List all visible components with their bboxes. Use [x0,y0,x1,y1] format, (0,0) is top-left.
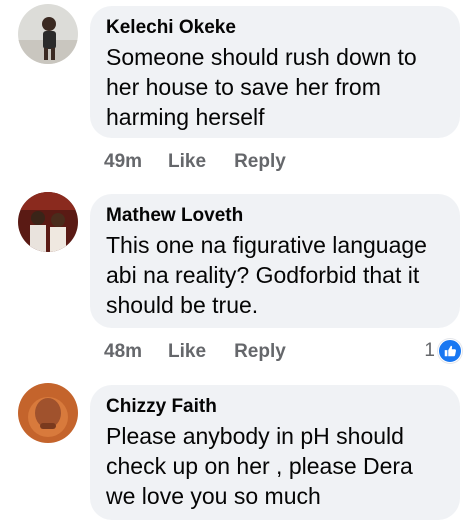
thumbs-up-icon [438,339,462,363]
comment-text: This one na figurative language abi na r… [106,232,427,318]
reply-button[interactable]: Reply [234,151,286,173]
avatar[interactable] [18,192,78,252]
comment-actions: 49m Like Reply [104,150,286,174]
comment-timestamp[interactable]: 48m [104,341,142,363]
comment-timestamp[interactable]: 49m [104,151,142,173]
like-button[interactable]: Like [168,151,206,173]
reply-button[interactable]: Reply [234,341,286,363]
comment-author[interactable]: Kelechi Okeke [106,16,444,40]
reaction-summary[interactable]: 1 [424,339,462,363]
comment-author[interactable]: Mathew Loveth [106,204,444,228]
comment-text: Someone should rush down to her house to… [106,44,417,130]
comment-actions: 48m Like Reply [104,340,286,364]
comment-author[interactable]: Chizzy Faith [106,395,444,419]
comment-text: Please anybody in pH should check up on … [106,423,413,509]
comment-bubble: Mathew Loveth This one na figurative lan… [90,194,460,328]
avatar[interactable] [18,383,78,443]
reaction-count: 1 [424,340,435,361]
comment-bubble: Kelechi Okeke Someone should rush down t… [90,6,460,138]
avatar[interactable] [18,4,78,64]
comment-bubble: Chizzy Faith Please anybody in pH should… [90,385,460,520]
like-button[interactable]: Like [168,341,206,363]
